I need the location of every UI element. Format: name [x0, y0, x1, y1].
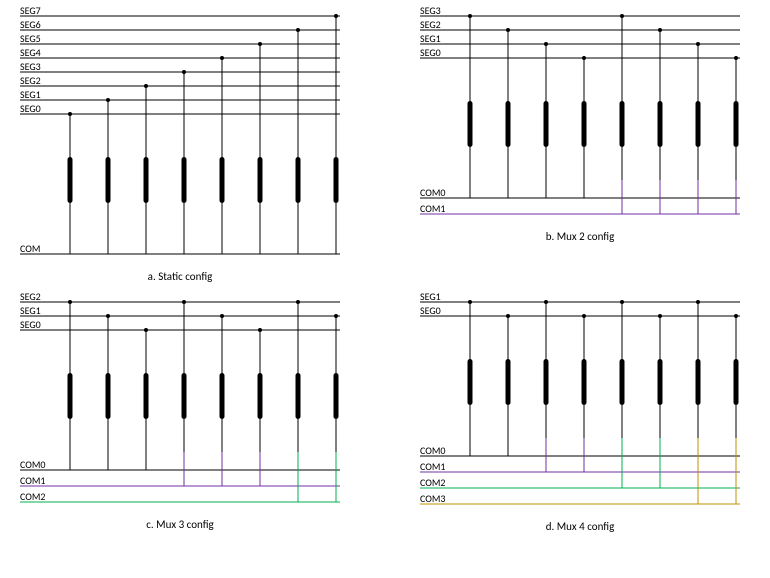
- panel-b: SEG3SEG2SEG1SEG0 COM0 COM1 b. Mux 2 config: [420, 4, 740, 243]
- com-label: COM0: [20, 458, 45, 471]
- panel-caption: c. Mux 3 config: [146, 518, 214, 531]
- seg-label: SEG0: [20, 318, 41, 331]
- seg-label: SEG0: [420, 46, 441, 59]
- seg-label: SEG0: [20, 102, 41, 115]
- panel-caption: a. Static config: [148, 270, 213, 283]
- seg-label: SEG5: [20, 32, 41, 45]
- com-label: COM0: [420, 186, 445, 199]
- panel-c: SEG2SEG1SEG0 COM0 COM1 COM2 c. Mux 3 config: [20, 290, 340, 531]
- com-label: COM1: [20, 474, 45, 487]
- com-label: COM1: [420, 202, 445, 215]
- seg-label: SEG1: [420, 290, 441, 303]
- seg-label: SEG2: [20, 290, 41, 303]
- seg-label: SEG1: [420, 32, 441, 45]
- seg-label: SEG1: [20, 304, 41, 317]
- com-label: COM3: [420, 492, 445, 505]
- seg-label: SEG4: [20, 46, 41, 59]
- com-label: COM0: [420, 444, 445, 457]
- seg-label: SEG1: [20, 88, 41, 101]
- seg-label: SEG3: [20, 60, 41, 73]
- seg-label: SEG0: [420, 304, 441, 317]
- seg-label: SEG2: [420, 18, 441, 31]
- seg-label: SEG3: [420, 4, 441, 17]
- seg-label: SEG7: [20, 4, 41, 17]
- panel-caption: d. Mux 4 config: [546, 520, 615, 533]
- com-label: COM2: [420, 476, 445, 489]
- com-label: COM: [20, 242, 40, 255]
- panel-caption: b. Mux 2 config: [546, 230, 615, 243]
- com-label: COM1: [420, 460, 445, 473]
- seg-label: SEG2: [20, 74, 41, 87]
- com-label: COM2: [20, 490, 45, 503]
- seg-label: SEG6: [20, 18, 41, 31]
- panel-d: SEG1SEG0 COM0 COM1 COM2 COM3 d. Mux 4 config: [420, 290, 740, 533]
- panel-a: SEG7SEG6SEG5SEG4SEG3SEG2SEG1SEG0 COM a. St…: [20, 4, 340, 283]
